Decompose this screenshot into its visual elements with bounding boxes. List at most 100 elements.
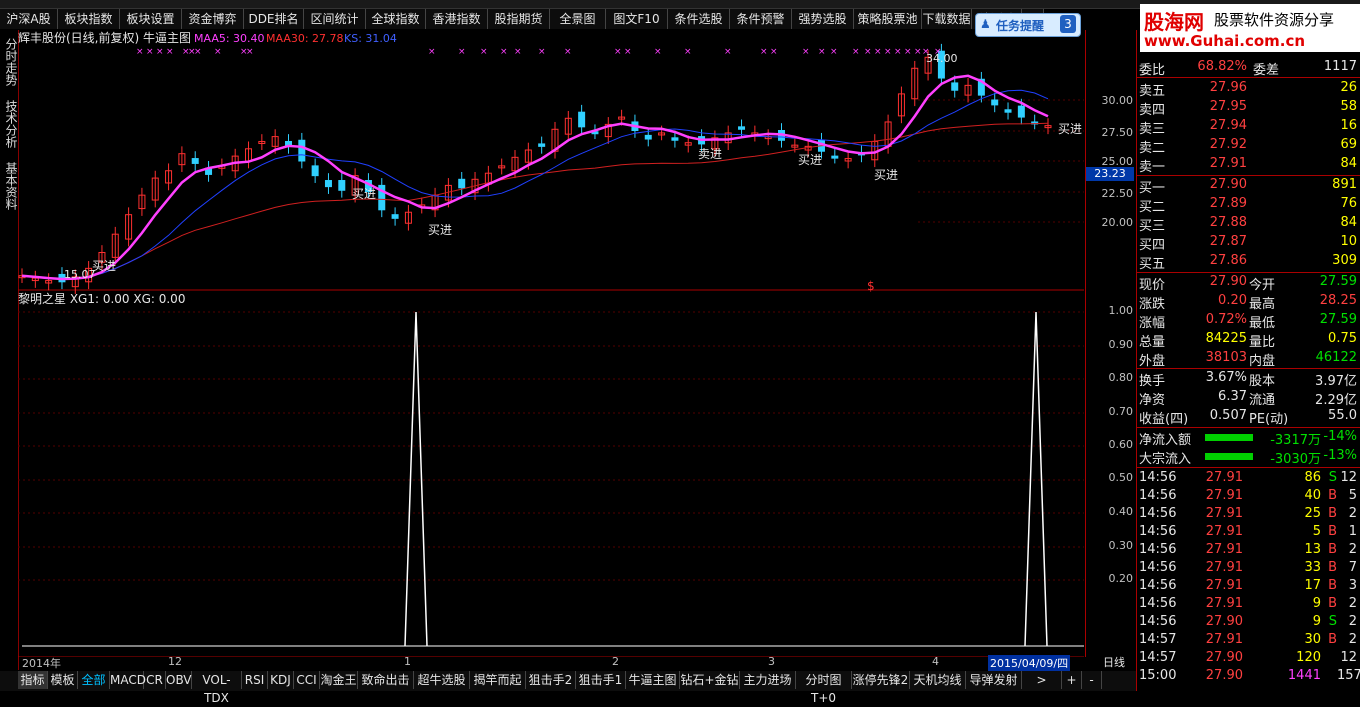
trade-volume: 13 [1304, 542, 1321, 557]
nav-tab[interactable]: 下载数据 [922, 9, 972, 29]
indicator-tab[interactable]: MACD [110, 671, 146, 689]
kline-chart[interactable]: 辉丰股份(日线,前复权) 牛逼主图 MAA5: 30.40 MAA30: 27.78… [18, 30, 1084, 657]
logo-subtitle: 股票软件资源分享 [1214, 11, 1335, 29]
bid-row: 买五 27.86 309 [1137, 253, 1359, 272]
side-tab[interactable]: 技术分析 [0, 96, 18, 152]
candle-body [1004, 109, 1012, 113]
nav-tab[interactable]: 板块指数 [58, 9, 120, 29]
trade-price: 27.90 [1205, 650, 1243, 665]
indicator-tab[interactable]: 狙击手2 [526, 671, 576, 689]
nav-tab[interactable]: 沪深A股 [0, 9, 58, 29]
trade-side: B [1328, 488, 1337, 503]
bid-row: 买四 27.87 10 [1137, 234, 1359, 253]
indicator-tab[interactable]: 狙击手1 [576, 671, 626, 689]
indicator-tab[interactable]: 致命出击 [358, 671, 414, 689]
indicator-tab[interactable]: VOL-TDX [192, 671, 242, 705]
trade-row: 14:57 27.90 120 12 [1137, 650, 1359, 668]
flow-row: 大宗流入 -3030万 -13% [1137, 448, 1359, 467]
divider [1137, 467, 1360, 468]
fundamental-label: 换手 [1139, 374, 1166, 389]
indicator-tab[interactable]: 模板 [48, 671, 78, 689]
price-axis: 30.00 27.50 25.00 22.50 20.00 1.00 0.90 0.80 0.7… [1085, 30, 1137, 669]
x-marker: × [904, 47, 912, 57]
nav-tab[interactable]: 全球指数 [366, 9, 426, 29]
x-marker: × [194, 47, 202, 57]
indicator-tab[interactable]: + [1062, 671, 1082, 689]
fundamental-value: 6.37 [1218, 389, 1247, 404]
nav-tab[interactable]: 条件预警 [730, 9, 792, 29]
ask-row: 卖二 27.92 69 [1137, 137, 1359, 156]
trade-side: B [1328, 542, 1337, 557]
side-tab[interactable]: 分时走势 [0, 34, 18, 90]
stat-value: 27.90 [1209, 274, 1247, 289]
stat-label: 现价 [1139, 278, 1166, 293]
ma5-readout: MAA5: 30.40 [194, 32, 265, 45]
fundamental-value: 3.67% [1205, 370, 1247, 385]
trade-volume: 9 [1312, 614, 1321, 629]
indicator-tab[interactable]: CR [144, 671, 166, 689]
indicator-tab[interactable]: 天机均线 [910, 671, 966, 689]
trade-count: 2 [1348, 632, 1357, 647]
indicator-tab[interactable]: 超牛选股 [414, 671, 470, 689]
indicator-tab[interactable]: CCI [294, 671, 320, 689]
indicator-tab[interactable]: > [1022, 671, 1062, 689]
trade-row: 14:56 27.91 13 B 2 [1137, 542, 1359, 560]
nav-tab[interactable]: 条件选股 [668, 9, 730, 29]
nav-tab[interactable]: 图文F10 [606, 9, 668, 29]
flow-bar [1205, 434, 1253, 441]
indicator-tab[interactable]: 揭竿而起 [470, 671, 526, 689]
indicator-tab[interactable]: 牛逼主图 [626, 671, 680, 689]
nav-tab[interactable]: 资金博弈 [182, 9, 244, 29]
indicator-tab[interactable]: 主力进场 [740, 671, 796, 689]
stat-value: 38103 [1205, 350, 1247, 365]
trade-row: 14:57 27.91 30 B 2 [1137, 632, 1359, 650]
indicator-tab[interactable]: 指标 [18, 671, 48, 689]
low-price-label: 15.07 [64, 268, 96, 281]
indicator-tab[interactable]: 全部 [78, 671, 110, 689]
trade-row: 14:56 27.91 86 S 12 [1137, 470, 1359, 488]
stat-label: 总量 [1139, 335, 1166, 350]
flow-percent: -13% [1323, 448, 1357, 463]
trade-count: 157 [1337, 668, 1360, 683]
high-price-label: 34.00 [926, 52, 958, 65]
stat-value: 27.59 [1319, 312, 1357, 327]
stat-row: 外盘 38103 内盘 46122 [1137, 350, 1359, 369]
indicator-tab[interactable]: 导弹发射 [966, 671, 1022, 689]
trade-side: B [1328, 560, 1337, 575]
trade-price: 27.91 [1205, 578, 1243, 593]
nav-tab[interactable]: 股指期货 [488, 9, 550, 29]
nav-tab[interactable]: 策略股票池 [854, 9, 922, 29]
x-marker: × [684, 47, 692, 57]
nav-tab[interactable]: 香港指数 [426, 9, 488, 29]
indicator-tick: 0.30 [1108, 539, 1134, 552]
side-tab[interactable]: 基本资料 [0, 158, 18, 214]
indicator-tab[interactable]: KDJ [268, 671, 294, 689]
trade-count: 12 [1340, 650, 1357, 665]
ask-label: 卖四 [1139, 103, 1166, 118]
nav-tab[interactable]: 全景图 [550, 9, 606, 29]
candle-body [671, 137, 679, 141]
indicator-tab[interactable]: 淘金王 [320, 671, 358, 689]
x-marker: × [884, 47, 892, 57]
indicator-tab[interactable]: 涨停先锋2 [852, 671, 910, 689]
nav-tab[interactable]: 区间统计 [304, 9, 366, 29]
price-tick: 27.50 [1101, 126, 1134, 139]
trade-volume: 86 [1304, 470, 1321, 485]
flow-percent: -14% [1323, 429, 1357, 444]
fundamental-label: 股本 [1249, 374, 1276, 389]
bid-volume: 891 [1332, 177, 1357, 192]
period-label[interactable]: 日线 [1103, 654, 1125, 670]
x-marker: × [818, 47, 826, 57]
nav-tab[interactable]: 强势选股 [792, 9, 854, 29]
nav-tab[interactable]: 板块设置 [120, 9, 182, 29]
stat-value: 27.59 [1319, 274, 1357, 289]
indicator-tab[interactable]: RSI [242, 671, 268, 689]
buy-signal-label: 买进 [92, 259, 116, 273]
indicator-header: 黎明之星 XG1: 0.00 XG: 0.00 [18, 292, 185, 306]
indicator-tab[interactable]: - [1082, 671, 1102, 689]
indicator-tab[interactable]: 分时图T+0 [796, 671, 852, 705]
ask-price: 27.91 [1209, 156, 1247, 171]
nav-tab[interactable]: DDE排名 [244, 9, 304, 29]
indicator-tab[interactable]: 钻石+金钻 [680, 671, 740, 689]
indicator-tab[interactable]: OBV [166, 671, 192, 689]
